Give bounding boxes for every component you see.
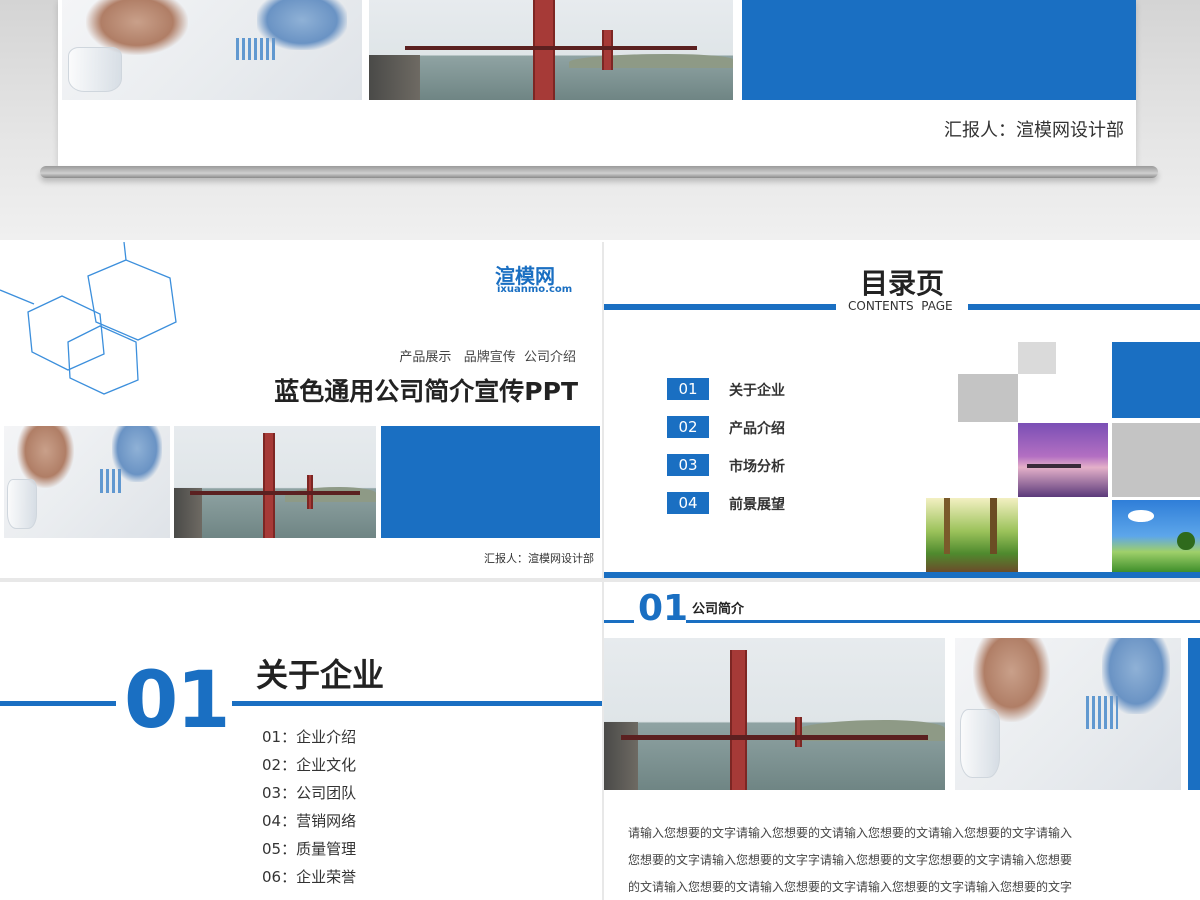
- section-title: 关于企业: [256, 656, 385, 694]
- reporter-text: 汇报人：渲模网设计部: [944, 120, 1124, 141]
- gray-mosaic-tile: [1112, 423, 1200, 497]
- meeting-photo: [4, 426, 170, 538]
- tree-trunk-image: [944, 498, 950, 554]
- blue-block: [381, 426, 600, 538]
- bridge-deck-image: [621, 735, 928, 740]
- section-rule-right: [232, 701, 602, 706]
- bridge-photo: [604, 638, 945, 790]
- gray-mosaic-tile: [958, 374, 1018, 422]
- intro-body-line: 请输入您想要的文字请输入您想要的文请输入您想要的文请输入您想要的文字请输入: [628, 826, 1073, 840]
- section-slide: 01 关于企业 01：企业介绍 02：企业文化 03：公司团队 04：营销网络 …: [0, 582, 602, 900]
- toc-slide: 目录页 CONTENTS PAGE 01 关于企业 02 产品介绍 03 市场分…: [604, 242, 1200, 578]
- bridge-photo: [174, 426, 376, 538]
- section-list-item: 03：公司团队: [262, 784, 357, 802]
- bridge-tower-image: [730, 650, 748, 790]
- bridge-photo: [369, 0, 733, 100]
- glass-image: [68, 47, 122, 92]
- slide-gap-horizontal: [0, 578, 1200, 582]
- bridge-deck-image: [190, 490, 360, 496]
- section-list-item: 05：质量管理: [262, 840, 357, 858]
- sunset-pier-photo: [1018, 423, 1108, 497]
- meeting-photo: [955, 638, 1181, 790]
- tree-trunk-image: [990, 498, 997, 554]
- bridge-tower-image: [262, 432, 275, 538]
- toc-item-number: 03: [667, 454, 709, 476]
- cover-tags: 产品展示 品牌宣传 公司介绍: [399, 350, 576, 365]
- hill-image: [569, 54, 733, 68]
- blue-block: [1188, 638, 1200, 790]
- cover-slide: 渲模网 ixuanmo.com 产品展示 品牌宣传 公司介绍 蓝色通用公司简介宣…: [0, 242, 602, 578]
- hexagon-outline-graphic: [0, 242, 177, 395]
- pier-image: [1027, 463, 1081, 469]
- top-slide-panel: 汇报人：渲模网设计部: [0, 0, 1200, 240]
- intro-title: 公司简介: [692, 602, 745, 617]
- toc-subtitle: CONTENTS PAGE: [848, 299, 953, 313]
- bridge-tower-far-image: [601, 30, 613, 70]
- intro-body-line: 的文请输入您想要的文请输入您想要的文字请输入您想要的文字请输入您想要的文字: [628, 880, 1073, 894]
- blue-mosaic-tile: [1112, 342, 1200, 418]
- intro-rule-left: [604, 620, 634, 623]
- sky-meadow-photo: [1112, 500, 1200, 572]
- intro-body-line: 您想要的文字请输入您想要的文字字请输入您想要的文字您想要的文字请输入您想要: [628, 853, 1073, 867]
- intro-rule-right: [686, 620, 1200, 623]
- meeting-photo: [62, 0, 362, 100]
- cover-title: 蓝色通用公司简介宣传PPT: [274, 377, 578, 406]
- forest-photo: [926, 498, 1018, 572]
- bridge-tower-far-image: [794, 717, 802, 748]
- toc-item-number: 01: [667, 378, 709, 400]
- tree-image: [1177, 531, 1195, 551]
- toc-rule-right: [968, 304, 1200, 310]
- intro-number: 01: [638, 588, 689, 629]
- bar-chart-paper-image: [1086, 695, 1118, 730]
- section-list-item: 04：营销网络: [262, 812, 357, 830]
- bar-chart-paper-image: [100, 468, 124, 494]
- gray-mosaic-tile: [1018, 342, 1056, 374]
- intro-slide: 01 公司简介 请输入您想要的文字请输入您想要的文请输入您想要的文请输入您想要的…: [604, 582, 1200, 900]
- toc-rule-left: [604, 304, 836, 310]
- logo-url: ixuanmo.com: [497, 284, 573, 295]
- toc-item-label: 前景展望: [729, 497, 785, 513]
- toc-item-label: 市场分析: [729, 459, 785, 475]
- glass-image: [7, 478, 38, 530]
- bridge-pier-image: [369, 55, 420, 100]
- cloud-image: [1127, 510, 1155, 522]
- blue-block: [742, 0, 1136, 100]
- top-slide-board: 汇报人：渲模网设计部: [58, 0, 1136, 166]
- board-shelf: [40, 166, 1158, 178]
- section-list-item: 06：企业荣誉: [262, 868, 357, 886]
- bridge-pier-image: [604, 721, 639, 790]
- toc-title: 目录页: [860, 267, 945, 300]
- reporter-text: 汇报人：渲模网设计部: [484, 552, 594, 565]
- glass-image: [959, 709, 1001, 778]
- toc-item-number: 04: [667, 492, 709, 514]
- section-list-item: 01：企业介绍: [262, 728, 357, 746]
- section-rule-left: [0, 701, 116, 706]
- toc-item-label: 关于企业: [729, 383, 785, 399]
- bridge-deck-image: [405, 46, 697, 50]
- bar-chart-paper-image: [236, 38, 278, 60]
- section-list-item: 02：企业文化: [262, 756, 357, 774]
- slide-gap-vertical: [602, 242, 604, 900]
- section-number: 01: [124, 656, 231, 746]
- toc-item-number: 02: [667, 416, 709, 438]
- bridge-tower-image: [532, 0, 555, 100]
- toc-item-label: 产品介绍: [729, 421, 785, 437]
